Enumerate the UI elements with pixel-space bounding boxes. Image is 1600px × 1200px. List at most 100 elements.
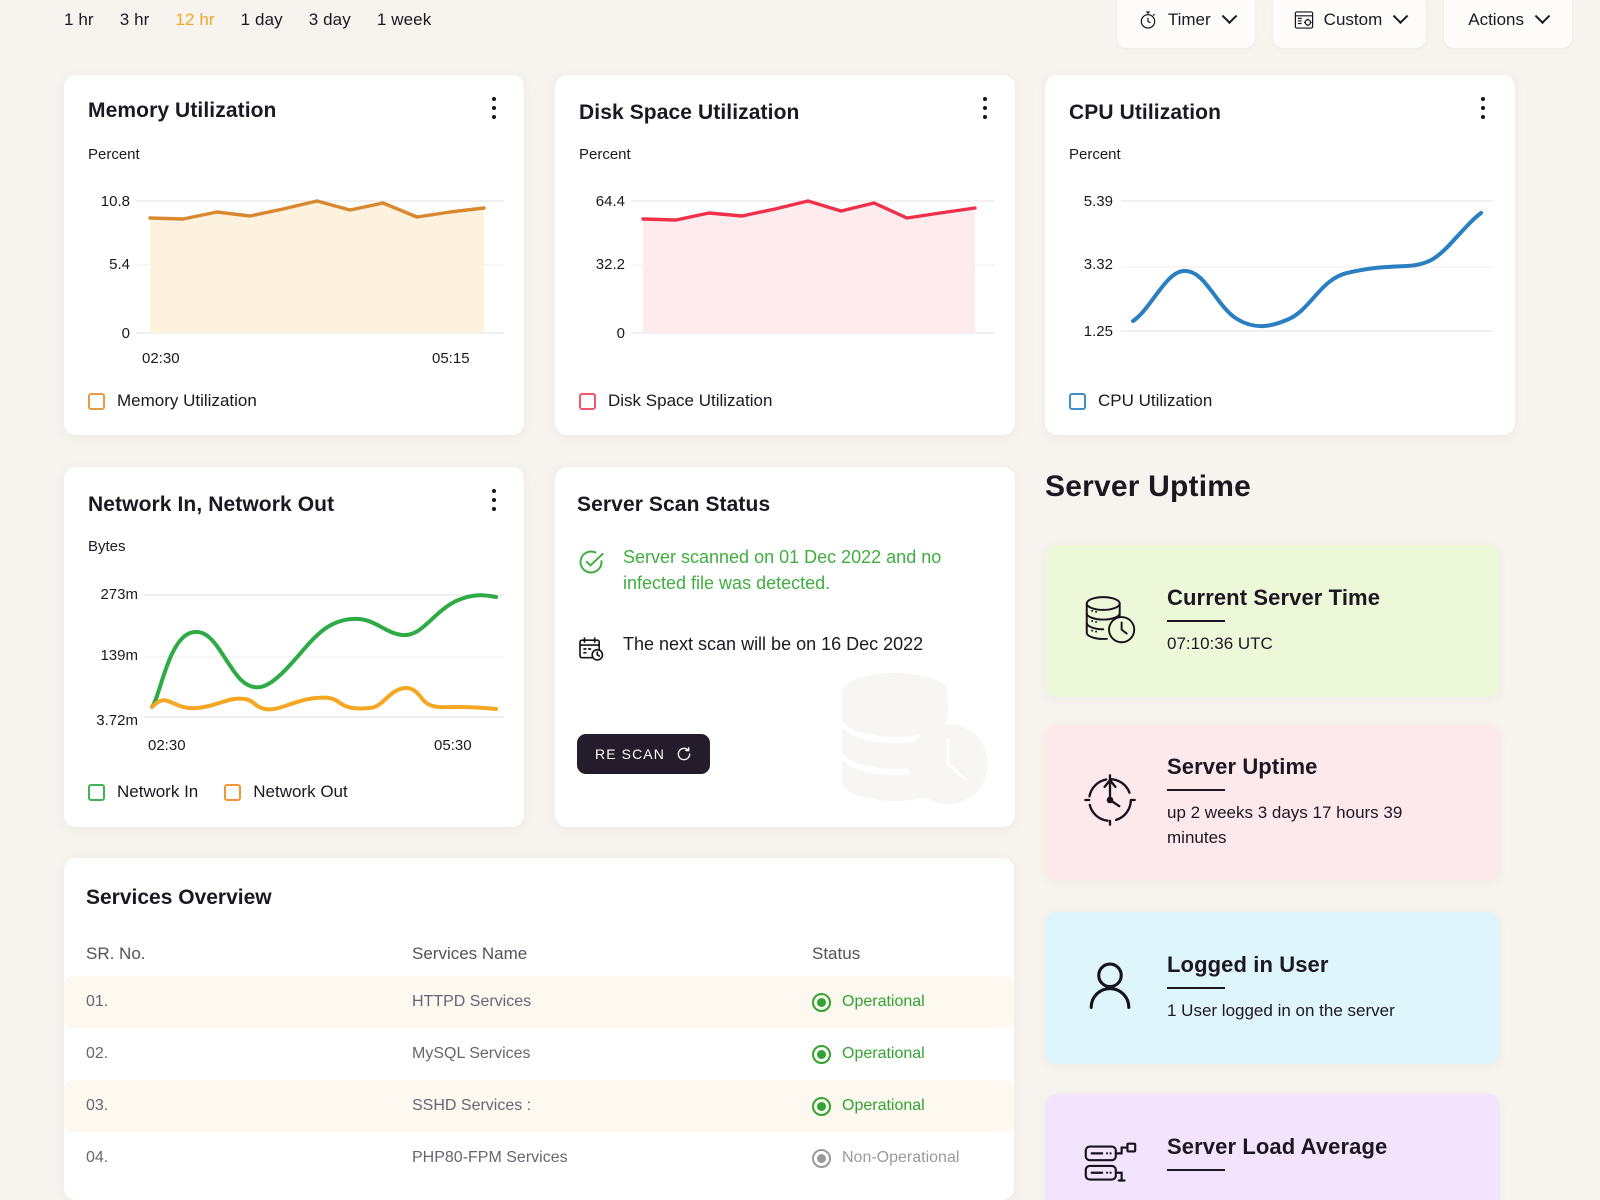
network-xtick-start: 02:30	[148, 737, 186, 754]
cpu-ytick-top: 5.39	[1083, 193, 1113, 210]
table-row[interactable]: 04. PHP80-FPM Services Non-Operational	[64, 1132, 1014, 1184]
table-row[interactable]: 03. SSHD Services : Operational	[64, 1080, 1014, 1132]
memory-card-menu-button[interactable]	[484, 97, 504, 123]
next-scan-row: The next scan will be on 16 Dec 2022	[577, 632, 977, 668]
cpu-y-unit: Percent	[1069, 146, 1121, 163]
server-uptime-title: Server Uptime	[1167, 754, 1318, 780]
cell-service-name: PHP80-FPM Services	[412, 1149, 568, 1166]
stopwatch-icon	[1137, 9, 1159, 31]
cpu-ytick-mid: 3.32	[1083, 256, 1113, 273]
memory-chart-plot	[136, 199, 504, 334]
custom-label: Custom	[1323, 10, 1383, 29]
legend-item-memory[interactable]: Memory Utilization	[88, 391, 257, 411]
network-ytick-bot: 3.72m	[96, 712, 138, 729]
column-header-sr-no: SR. No.	[86, 944, 146, 963]
cpu-utilization-card: CPU Utilization Percent 5.39 3.32 1.25 0…	[1045, 75, 1515, 435]
rescan-button[interactable]: RE SCAN	[577, 734, 710, 774]
table-row[interactable]: 02. MySQL Services Operational	[64, 1028, 1014, 1080]
memory-ytick-mid: 5.4	[109, 256, 130, 273]
server-load-average-title: Server Load Average	[1167, 1134, 1388, 1159]
database-clock-watermark	[823, 658, 993, 813]
cell-service-name: SSHD Services :	[412, 1097, 532, 1114]
disk-ytick-mid: 32.2	[595, 256, 625, 273]
title-underline	[1167, 620, 1225, 623]
network-chart-title: Network In, Network Out	[88, 493, 335, 516]
clock-arrow-up-icon	[1079, 769, 1141, 836]
cell-sr-no: 02.	[86, 1045, 109, 1062]
cpu-card-menu-button[interactable]	[1473, 97, 1493, 123]
cell-status-label: Operational	[842, 1097, 925, 1114]
scan-result-text: Server scanned on 01 Dec 2022 and no inf…	[623, 547, 942, 593]
database-clock-icon	[1079, 588, 1141, 655]
status-badge: Operational	[812, 1044, 992, 1064]
current-server-time-title: Current Server Time	[1167, 585, 1381, 611]
server-load-average-card: Server Load Average	[1045, 1094, 1500, 1200]
services-table: SR. No. Services Name Status 01. HTTPD S…	[64, 932, 1014, 1184]
refresh-icon	[676, 746, 692, 762]
cpu-chart-title: CPU Utilization	[1069, 101, 1221, 124]
legend-swatch-icon	[88, 392, 105, 410]
disk-y-unit: Percent	[579, 146, 631, 163]
current-server-time-value: 07:10:36 UTC	[1167, 634, 1273, 654]
timer-label: Timer	[1167, 10, 1211, 29]
network-card-menu-button[interactable]	[484, 489, 504, 515]
legend-label-disk: Disk Space Utilization	[608, 391, 773, 410]
column-header-services-name: Services Name	[412, 944, 528, 963]
legend-swatch-icon	[224, 783, 242, 801]
status-dot-icon	[812, 1044, 831, 1064]
calendar-clock-icon	[577, 635, 605, 668]
status-dot-icon	[812, 1148, 831, 1168]
custom-dropdown[interactable]: Custom	[1272, 0, 1427, 48]
logged-in-user-card: Logged in User 1 User logged in on the s…	[1045, 912, 1500, 1064]
network-xtick-end: 05:30	[434, 737, 472, 754]
logged-in-user-value: 1 User logged in on the server	[1167, 1001, 1395, 1021]
legend-item-disk[interactable]: Disk Space Utilization	[579, 391, 772, 411]
legend-label-network-in: Network In	[117, 782, 199, 801]
window-gear-icon	[1293, 9, 1315, 31]
cpu-ytick-bot: 1.25	[1083, 323, 1113, 340]
disk-card-menu-button[interactable]	[975, 97, 995, 123]
cell-status-label: Operational	[842, 993, 925, 1010]
table-row[interactable]: 01. HTTPD Services Operational	[64, 976, 1014, 1028]
legend-item-network-out[interactable]: Network Out	[224, 782, 348, 802]
dashboard-page: 1 hr 3 hr 12 hr 1 day 3 day 1 week Timer	[0, 0, 1600, 1200]
disk-ytick-top: 64.4	[595, 193, 625, 210]
memory-utilization-card: Memory Utilization Percent 10.8 5.4 0 02…	[64, 75, 524, 435]
server-scan-status-card: Server Scan Status Server scanned on 01 …	[555, 467, 1015, 827]
range-1week[interactable]: 1 week	[377, 10, 431, 30]
title-underline	[1167, 987, 1225, 990]
rescan-button-label: RE SCAN	[595, 746, 665, 762]
cpu-chart-plot	[1121, 200, 1493, 332]
title-underline	[1167, 1169, 1225, 1171]
cell-service-name: MySQL Services	[412, 1045, 531, 1062]
column-header-status: Status	[812, 944, 861, 963]
check-circle-icon	[577, 548, 605, 581]
timer-dropdown[interactable]: Timer	[1116, 0, 1255, 48]
current-server-time-content: Current Server Time 07:10:36 UTC	[1167, 585, 1380, 657]
network-y-unit: Bytes	[88, 538, 126, 555]
server-load-average-content: Server Load Average	[1167, 1134, 1387, 1181]
cell-sr-no: 04.	[86, 1149, 109, 1166]
scan-card-title: Server Scan Status	[577, 493, 771, 516]
legend-item-network-in[interactable]: Network In	[88, 782, 198, 802]
network-legend: Network In Network Out	[88, 782, 348, 802]
memory-ytick-top: 10.8	[100, 193, 130, 210]
range-3day[interactable]: 3 day	[309, 10, 351, 30]
services-table-header: SR. No. Services Name Status	[64, 932, 1014, 976]
cell-status-label: Non-Operational	[842, 1149, 960, 1166]
network-chart-plot	[144, 593, 504, 718]
legend-item-cpu[interactable]: CPU Utilization	[1069, 391, 1212, 411]
disk-ytick-bot: 0	[616, 325, 625, 342]
memory-y-unit: Percent	[88, 146, 140, 163]
range-1hr[interactable]: 1 hr	[64, 10, 94, 30]
range-1day[interactable]: 1 day	[241, 10, 283, 30]
status-badge: Non-Operational	[812, 1148, 992, 1168]
cell-service-name: HTTPD Services	[412, 993, 532, 1010]
range-3hr[interactable]: 3 hr	[120, 10, 150, 30]
range-12hr[interactable]: 12 hr	[175, 10, 214, 30]
disk-chart-title: Disk Space Utilization	[579, 101, 800, 124]
current-server-time-card: Current Server Time 07:10:36 UTC	[1045, 545, 1500, 697]
logged-in-user-content: Logged in User 1 User logged in on the s…	[1167, 952, 1395, 1024]
status-badge: Operational	[812, 992, 992, 1012]
actions-dropdown[interactable]: Actions	[1444, 0, 1572, 48]
